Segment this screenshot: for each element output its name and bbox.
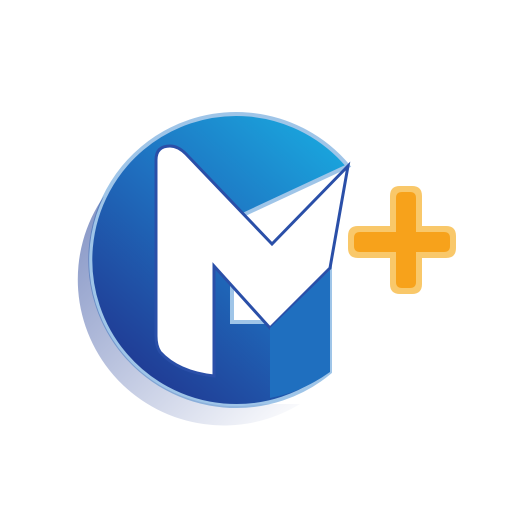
app-icon-canvas [0, 0, 512, 512]
plus-icon [348, 186, 456, 294]
m-plus-logo [77, 112, 456, 426]
